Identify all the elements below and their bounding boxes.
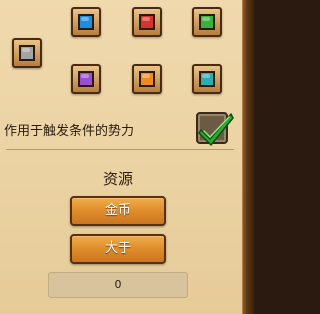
resource-type-button[interactable]: 金币 — [70, 196, 166, 226]
panel-frame-edge — [242, 0, 254, 314]
checkmark-icon — [198, 113, 234, 146]
swatch-purple-color — [78, 71, 94, 87]
section-divider — [6, 149, 234, 150]
swatch-blue[interactable] — [71, 7, 101, 37]
faction-trigger-checkbox[interactable] — [196, 112, 234, 146]
trigger-settings-panel: 作用于触发条件的势力 资源 金币 大于 0 — [0, 0, 254, 314]
comparison-button[interactable]: 大于 — [70, 234, 166, 264]
swatch-teal-color — [199, 71, 215, 87]
swatch-gray-color — [19, 45, 35, 61]
swatch-orange[interactable] — [132, 64, 162, 94]
swatch-purple[interactable] — [71, 64, 101, 94]
swatch-orange-color — [139, 71, 155, 87]
swatch-red-color — [139, 14, 155, 30]
swatch-green[interactable] — [192, 7, 222, 37]
swatch-blue-color — [78, 14, 94, 30]
resource-amount-field[interactable]: 0 — [48, 272, 188, 298]
swatch-gray[interactable] — [12, 38, 42, 68]
faction-trigger-label: 作用于触发条件的势力 — [4, 124, 135, 139]
swatch-green-color — [199, 14, 215, 30]
swatch-teal[interactable] — [192, 64, 222, 94]
resource-section-title: 资源 — [102, 170, 133, 188]
swatch-red[interactable] — [132, 7, 162, 37]
